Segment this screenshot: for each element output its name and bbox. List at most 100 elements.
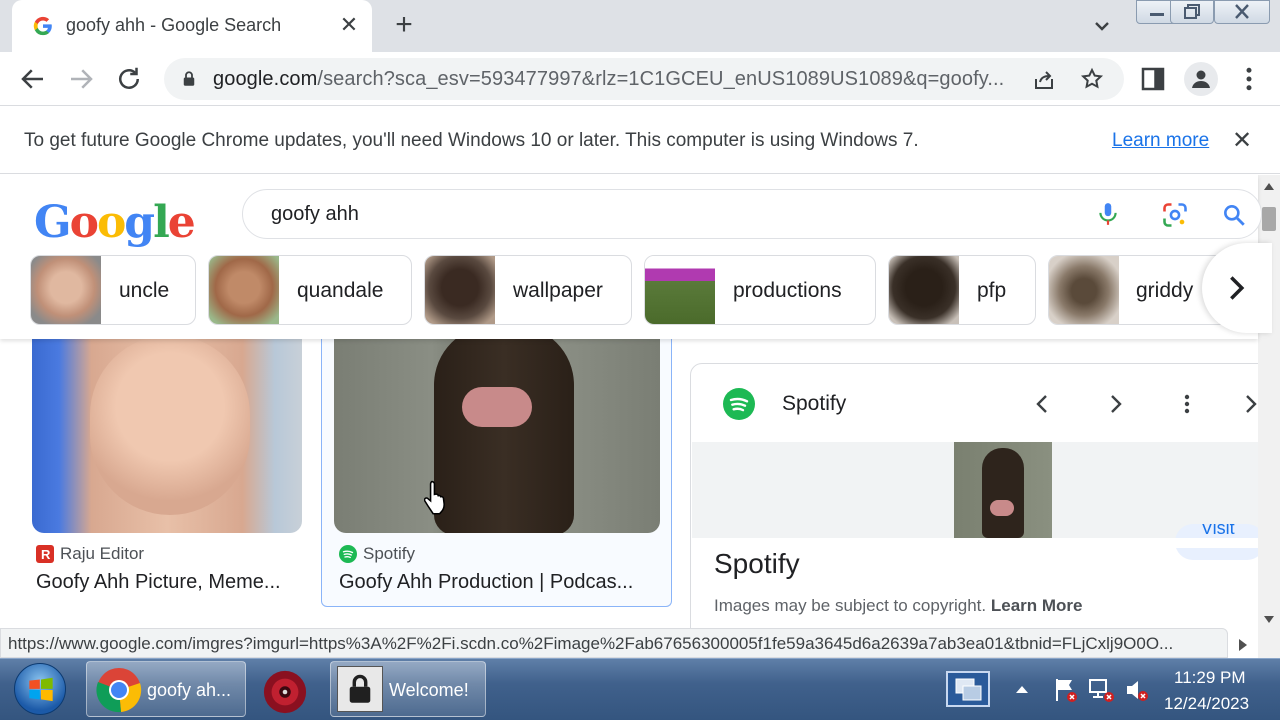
- chip-label: quandale: [297, 279, 384, 302]
- panel-title[interactable]: Spotify: [714, 548, 800, 580]
- chip-griddy[interactable]: griddy: [1048, 255, 1228, 325]
- chip-label: griddy: [1136, 279, 1194, 302]
- windows-stack-icon: [955, 678, 982, 701]
- panel-next-chevron-icon[interactable]: [1103, 390, 1127, 418]
- google-search-header: Google goofy ahh uncle quandale wallpape…: [0, 175, 1272, 339]
- panel-preview-image[interactable]: [954, 442, 1052, 538]
- tray-network-window-icon[interactable]: [946, 671, 990, 707]
- windows-taskbar: goofy ah... Welcome! 11:29 PM 12/24/2023: [0, 658, 1280, 720]
- raju-editor-favicon-icon: R: [36, 545, 54, 563]
- profile-avatar[interactable]: [1184, 62, 1218, 96]
- url-path: /search?sca_esv=593477997&rlz=1C1GCEU_en…: [317, 68, 1005, 90]
- taskbar-chrome-button[interactable]: goofy ah...: [86, 661, 246, 717]
- chip-label: uncle: [119, 279, 170, 302]
- browser-toolbar: google.com/search?sca_esv=593477997&rlz=…: [0, 52, 1280, 106]
- windows-logo-icon: [29, 677, 53, 702]
- chip-label: wallpaper: [513, 279, 603, 302]
- chip-label: productions: [733, 279, 842, 302]
- search-input[interactable]: goofy ahh: [271, 203, 359, 226]
- result-image-raju-editor[interactable]: [32, 315, 302, 533]
- chip-thumbnail: [1049, 256, 1119, 324]
- taskbar-welcome-button[interactable]: Welcome!: [330, 661, 486, 717]
- copyright-learn-more-link[interactable]: Learn More: [991, 596, 1083, 615]
- face-shape: [90, 335, 250, 515]
- clock-date[interactable]: 12/24/2023: [1164, 694, 1249, 714]
- scroll-down-arrow-icon[interactable]: [1263, 615, 1275, 625]
- taskbar-welcome-label: Welcome!: [389, 680, 469, 700]
- scrollbar-thumb[interactable]: [1262, 207, 1276, 231]
- chip-thumbnail: [645, 256, 715, 324]
- infobar-close-icon[interactable]: ✕: [1232, 126, 1252, 155]
- chip-thumbnail: [425, 256, 495, 324]
- face-shape: [434, 325, 574, 533]
- visit-label: Visit: [1201, 524, 1235, 538]
- forward-arrow-icon[interactable]: [66, 64, 96, 94]
- panel-prev-chevron-icon[interactable]: [1031, 390, 1055, 418]
- result-source[interactable]: Raju Editor: [60, 544, 144, 564]
- infobar-learn-more-link[interactable]: Learn more: [1112, 130, 1209, 152]
- copyright-notice: Images may be subject to copyright. Lear…: [714, 596, 1083, 616]
- spotify-logo-icon: [723, 388, 755, 420]
- update-infobar: To get future Google Chrome updates, you…: [0, 106, 1280, 174]
- close-window-button[interactable]: [1214, 0, 1270, 24]
- chip-pfp[interactable]: pfp: [888, 255, 1036, 325]
- chip-thumbnail: [209, 256, 279, 324]
- search-box[interactable]: goofy ahh: [242, 189, 1262, 239]
- tab-strip: goofy ahh - Google Search ✕ +: [0, 0, 1280, 52]
- chip-wallpaper[interactable]: wallpaper: [424, 255, 632, 325]
- tab-close-icon[interactable]: ✕: [336, 12, 362, 38]
- chip-uncle[interactable]: uncle: [30, 255, 196, 325]
- volume-muted-icon[interactable]: [1124, 677, 1150, 703]
- result-image-spotify[interactable]: [334, 325, 660, 533]
- face-shape: [982, 448, 1024, 538]
- google-lens-icon[interactable]: [1161, 201, 1189, 229]
- link-status-bubble: https://www.google.com/imgres?imgurl=htt…: [0, 628, 1228, 658]
- taskbar-media-player-button[interactable]: [260, 667, 312, 715]
- media-player-disc-icon: [263, 670, 307, 714]
- side-panel-icon[interactable]: [1138, 64, 1168, 94]
- reload-icon[interactable]: [114, 64, 144, 94]
- new-tab-button[interactable]: +: [388, 10, 420, 42]
- infobar-message: To get future Google Chrome updates, you…: [24, 130, 919, 151]
- copyright-text: Images may be subject to copyright.: [714, 596, 987, 615]
- result-title[interactable]: Goofy Ahh Picture, Meme...: [36, 571, 281, 594]
- bookmark-star-icon[interactable]: [1080, 67, 1104, 91]
- scroll-right-arrow-icon[interactable]: [1238, 638, 1248, 652]
- person-icon: [1192, 70, 1210, 88]
- clock-time[interactable]: 11:29 PM: [1174, 668, 1246, 688]
- network-icon[interactable]: [1088, 677, 1116, 703]
- restore-button[interactable]: [1170, 0, 1214, 24]
- tab-google-search[interactable]: goofy ahh - Google Search ✕: [12, 0, 372, 52]
- spotify-favicon-icon: [339, 545, 357, 563]
- chip-label: pfp: [977, 279, 1007, 302]
- action-center-flag-icon[interactable]: [1054, 677, 1078, 703]
- panel-source-name[interactable]: Spotify: [782, 392, 846, 416]
- result-source[interactable]: Spotify: [363, 544, 415, 564]
- share-icon[interactable]: [1032, 68, 1056, 92]
- back-arrow-icon[interactable]: [18, 64, 48, 94]
- chip-quandale[interactable]: quandale: [208, 255, 412, 325]
- panel-preview-area: [692, 442, 1262, 538]
- result-title[interactable]: Goofy Ahh Production | Podcas...: [339, 571, 633, 594]
- scroll-up-arrow-icon[interactable]: [1263, 181, 1275, 191]
- google-doodle-logo[interactable]: Google: [34, 197, 196, 248]
- chip-productions[interactable]: productions: [644, 255, 876, 325]
- panel-divider: [692, 538, 1262, 548]
- start-button[interactable]: [14, 663, 66, 715]
- search-icon[interactable]: [1221, 202, 1247, 228]
- microphone-icon[interactable]: [1095, 201, 1121, 227]
- lips-shape: [990, 500, 1014, 516]
- taskbar-chrome-label: goofy ah...: [147, 680, 232, 700]
- panel-more-options-icon[interactable]: [1175, 390, 1199, 418]
- lips-shape: [462, 387, 532, 427]
- chip-thumbnail: [31, 256, 101, 324]
- chip-thumbnail: [889, 256, 959, 324]
- restore-icon: [1184, 4, 1200, 19]
- google-favicon-icon: [33, 16, 52, 36]
- hand-cursor-icon: [424, 480, 445, 515]
- tab-search-chevron-icon[interactable]: [1090, 14, 1114, 38]
- address-bar[interactable]: google.com/search?sca_esv=593477997&rlz=…: [164, 58, 1124, 100]
- tray-expand-arrow-icon[interactable]: [1014, 683, 1030, 695]
- lock-icon[interactable]: [180, 70, 198, 88]
- more-options-icon[interactable]: [1234, 64, 1264, 94]
